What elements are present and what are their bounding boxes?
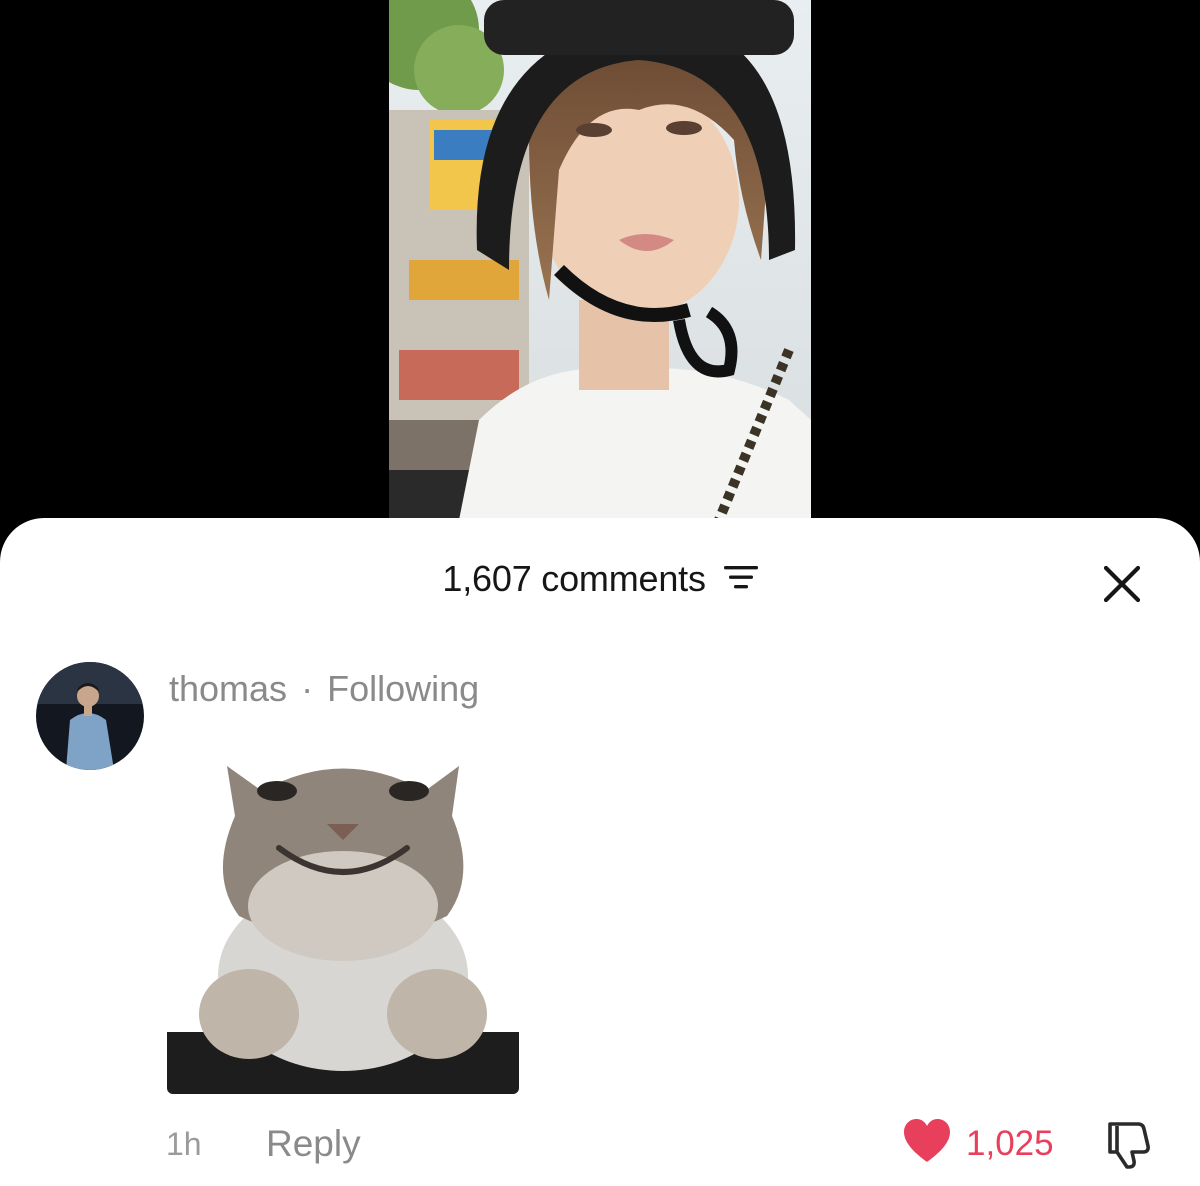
video-player[interactable]: [0, 0, 1200, 540]
comment-meta: thomas · Following: [169, 668, 479, 710]
thumbs-down-icon[interactable]: [1102, 1120, 1154, 1170]
comments-count-row[interactable]: 1,607 comments: [0, 558, 1200, 600]
comments-sheet: 1,607 comments thomas · Following 1h Rep…: [0, 518, 1200, 1186]
video-frame: [389, 0, 811, 520]
reply-button[interactable]: Reply: [266, 1123, 361, 1165]
following-label: Following: [327, 668, 480, 709]
comment-time: 1h: [166, 1126, 202, 1162]
comment-item: thomas · Following 1h Reply 1,025: [0, 658, 1200, 1186]
meta-separator: ·: [301, 668, 314, 709]
comment-username[interactable]: thomas: [169, 668, 287, 709]
like-count: 1,025: [966, 1123, 1054, 1163]
heart-icon[interactable]: [902, 1118, 952, 1169]
filter-lines-icon[interactable]: [723, 558, 758, 600]
like-button[interactable]: 1,025: [902, 1118, 1054, 1169]
avatar[interactable]: [36, 662, 144, 770]
comments-count: 1,607 comments: [442, 558, 706, 599]
comments-header: 1,607 comments: [0, 518, 1200, 648]
video-thumbnail: [389, 0, 811, 520]
smiling-cat-sticker[interactable]: [167, 736, 519, 1094]
close-icon[interactable]: [1098, 560, 1146, 608]
